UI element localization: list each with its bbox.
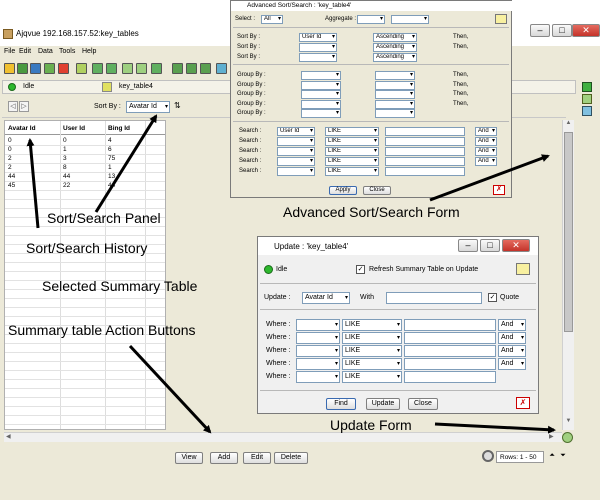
arrow-to-update-form bbox=[434, 422, 556, 434]
annotation-arrows bbox=[26, 114, 556, 434]
arrow-to-sort-panel bbox=[94, 114, 158, 213]
arrow-to-action-buttons bbox=[128, 344, 212, 434]
arrow-to-adv-form bbox=[429, 154, 550, 202]
arrow-to-history bbox=[26, 138, 40, 229]
